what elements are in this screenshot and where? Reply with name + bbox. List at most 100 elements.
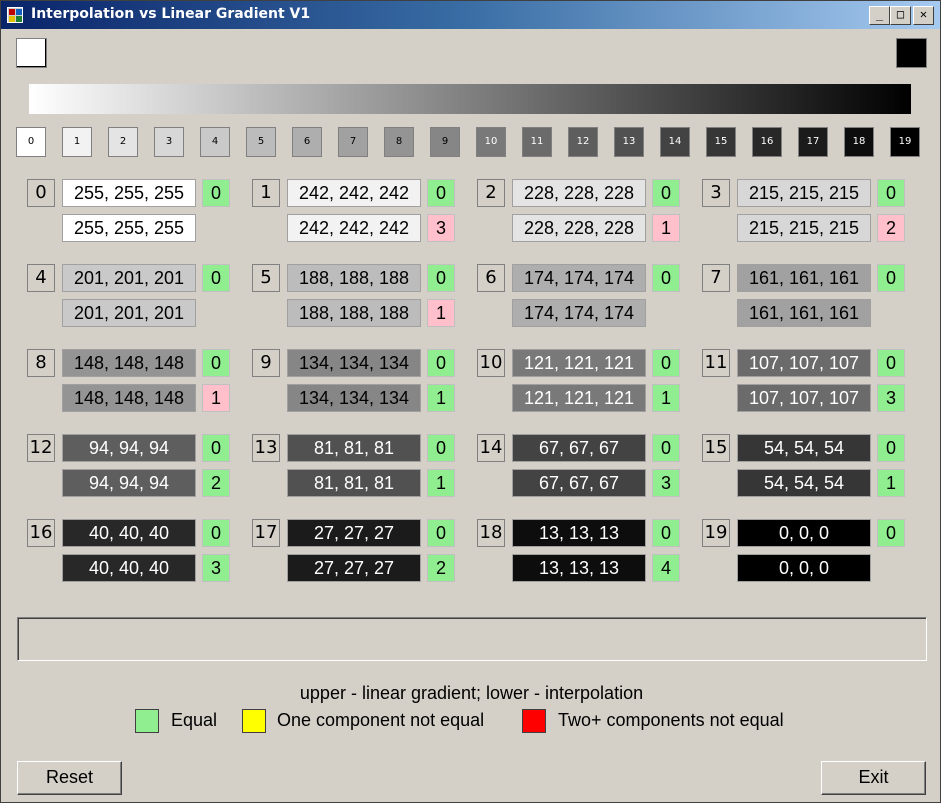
end-color-swatch[interactable]: [896, 38, 927, 68]
linear-gradient-value: 201, 201, 201: [62, 264, 196, 292]
interpolation-score-badge: 1: [652, 384, 680, 412]
cell-index-label: 10: [477, 349, 505, 377]
step-swatch[interactable]: 14: [660, 127, 690, 157]
linear-score-badge: 0: [652, 264, 680, 292]
linear-score-badge: 0: [427, 264, 455, 292]
interpolation-value: 27, 27, 27: [287, 554, 421, 582]
exit-button[interactable]: Exit: [821, 761, 926, 795]
step-swatch[interactable]: 3: [154, 127, 184, 157]
gradient-bar: [29, 84, 911, 114]
close-button[interactable]: ✕: [913, 6, 934, 25]
start-color-swatch[interactable]: [16, 38, 47, 68]
status-panel: [17, 617, 927, 661]
linear-gradient-value: 27, 27, 27: [287, 519, 421, 547]
legend-caption: upper - linear gradient; lower - interpo…: [299, 683, 644, 703]
legend-two-components-swatch: [522, 709, 546, 733]
linear-score-badge: 0: [202, 264, 230, 292]
cell-index-label: 11: [702, 349, 730, 377]
linear-gradient-value: 134, 134, 134: [287, 349, 421, 377]
linear-gradient-value: 107, 107, 107: [737, 349, 871, 377]
linear-gradient-value: 228, 228, 228: [512, 179, 646, 207]
linear-score-badge: 0: [427, 519, 455, 547]
app-icon[interactable]: [7, 7, 23, 23]
step-swatch[interactable]: 9: [430, 127, 460, 157]
interpolation-score-badge: 1: [652, 214, 680, 242]
step-swatch[interactable]: 11: [522, 127, 552, 157]
cell-index-label: 9: [252, 349, 280, 377]
interpolation-value: 255, 255, 255: [62, 214, 196, 242]
linear-score-badge: 0: [877, 434, 905, 462]
linear-gradient-value: 255, 255, 255: [62, 179, 196, 207]
linear-score-badge: 0: [427, 179, 455, 207]
cell-index-label: 5: [252, 264, 280, 292]
step-swatch[interactable]: 10: [476, 127, 506, 157]
legend-one-component-swatch: [242, 709, 266, 733]
linear-gradient-value: 148, 148, 148: [62, 349, 196, 377]
linear-score-badge: 0: [652, 519, 680, 547]
cell-index-label: 14: [477, 434, 505, 462]
linear-gradient-value: 161, 161, 161: [737, 264, 871, 292]
window-title: Interpolation vs Linear Gradient V1: [31, 6, 311, 22]
cell-index-label: 19: [702, 519, 730, 547]
interpolation-value: 0, 0, 0: [737, 554, 871, 582]
interpolation-value: 67, 67, 67: [512, 469, 646, 497]
linear-score-badge: 0: [877, 519, 905, 547]
step-swatch[interactable]: 1: [62, 127, 92, 157]
linear-gradient-value: 188, 188, 188: [287, 264, 421, 292]
step-swatch[interactable]: 16: [752, 127, 782, 157]
step-swatch[interactable]: 19: [890, 127, 920, 157]
interpolation-score-badge: 3: [427, 214, 455, 242]
linear-gradient-value: 174, 174, 174: [512, 264, 646, 292]
minimize-button[interactable]: _: [869, 6, 890, 25]
interpolation-value: 13, 13, 13: [512, 554, 646, 582]
interpolation-score-badge: 3: [652, 469, 680, 497]
step-swatch[interactable]: 5: [246, 127, 276, 157]
step-swatch[interactable]: 0: [16, 127, 46, 157]
interpolation-value: 81, 81, 81: [287, 469, 421, 497]
interpolation-value: 161, 161, 161: [737, 299, 871, 327]
linear-score-badge: 0: [427, 349, 455, 377]
step-swatch[interactable]: 4: [200, 127, 230, 157]
step-swatch[interactable]: 13: [614, 127, 644, 157]
interpolation-value: 107, 107, 107: [737, 384, 871, 412]
step-swatch[interactable]: 18: [844, 127, 874, 157]
linear-score-badge: 0: [202, 179, 230, 207]
linear-score-badge: 0: [877, 179, 905, 207]
linear-score-badge: 0: [202, 519, 230, 547]
step-swatch[interactable]: 7: [338, 127, 368, 157]
step-swatch[interactable]: 2: [108, 127, 138, 157]
step-swatch[interactable]: 8: [384, 127, 414, 157]
cell-index-label: 4: [27, 264, 55, 292]
step-swatch[interactable]: 17: [798, 127, 828, 157]
cell-index-label: 0: [27, 179, 55, 207]
title-bar[interactable]: Interpolation vs Linear Gradient V1 _ □ …: [1, 1, 940, 29]
linear-score-badge: 0: [202, 434, 230, 462]
maximize-button[interactable]: □: [890, 6, 911, 25]
cell-index-label: 7: [702, 264, 730, 292]
cell-index-label: 17: [252, 519, 280, 547]
cell-index-label: 2: [477, 179, 505, 207]
cell-index-label: 8: [27, 349, 55, 377]
linear-gradient-value: 94, 94, 94: [62, 434, 196, 462]
linear-gradient-value: 242, 242, 242: [287, 179, 421, 207]
interpolation-value: 54, 54, 54: [737, 469, 871, 497]
interpolation-value: 94, 94, 94: [62, 469, 196, 497]
legend-equal-label: Equal: [171, 710, 218, 730]
linear-score-badge: 0: [202, 349, 230, 377]
linear-score-badge: 0: [652, 179, 680, 207]
step-swatch[interactable]: 6: [292, 127, 322, 157]
cell-index-label: 6: [477, 264, 505, 292]
interpolation-score-badge: 4: [652, 554, 680, 582]
cell-index-label: 18: [477, 519, 505, 547]
reset-button[interactable]: Reset: [17, 761, 122, 795]
linear-score-badge: 0: [877, 264, 905, 292]
interpolation-value: 148, 148, 148: [62, 384, 196, 412]
interpolation-score-badge: 1: [427, 384, 455, 412]
interpolation-score-badge: 2: [202, 469, 230, 497]
linear-gradient-value: 81, 81, 81: [287, 434, 421, 462]
linear-gradient-value: 67, 67, 67: [512, 434, 646, 462]
step-swatch[interactable]: 12: [568, 127, 598, 157]
linear-gradient-value: 13, 13, 13: [512, 519, 646, 547]
cell-index-label: 16: [27, 519, 55, 547]
step-swatch[interactable]: 15: [706, 127, 736, 157]
